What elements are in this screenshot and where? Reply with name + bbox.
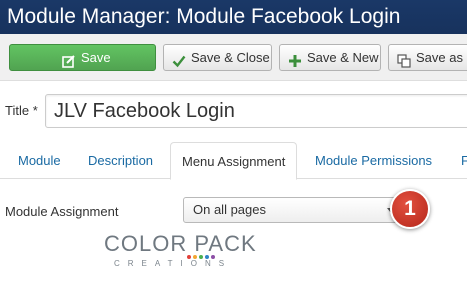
logo-dots xyxy=(187,255,215,259)
tab-bar: Module Description Menu Assignment Modul… xyxy=(0,142,467,180)
save-new-label: Save & New xyxy=(307,50,379,65)
title-field[interactable]: JLV Facebook Login xyxy=(45,94,467,128)
logo-dot xyxy=(193,255,197,259)
logo-subtext: CREATIONS xyxy=(114,259,233,268)
page-header: Module Manager: Module Facebook Login xyxy=(0,0,467,34)
tab-module-permissions[interactable]: Module Permissions xyxy=(304,142,443,179)
save-close-button[interactable]: Save & Close xyxy=(163,44,272,71)
save-close-label: Save & Close xyxy=(191,50,270,65)
logo-dot xyxy=(205,255,209,259)
save-new-button[interactable]: Save & New xyxy=(279,44,381,71)
save-as-copy-button[interactable]: Save as C xyxy=(388,44,467,71)
tab-menu-assignment[interactable]: Menu Assignment xyxy=(170,142,298,180)
save-button[interactable]: Save xyxy=(9,44,156,71)
title-label: Title * xyxy=(5,103,38,118)
title-row: Title * JLV Facebook Login xyxy=(0,94,467,130)
tab-module[interactable]: Module xyxy=(7,142,72,179)
save-label: Save xyxy=(81,50,111,65)
logo-dot xyxy=(199,255,203,259)
check-icon xyxy=(172,51,186,67)
page-title: Module Manager: Module Facebook Login xyxy=(7,5,401,28)
copy-icon xyxy=(397,51,411,68)
save-as-copy-label: Save as C xyxy=(416,50,467,65)
logo-text: COLOR PACK xyxy=(104,231,257,256)
edit-icon xyxy=(62,51,76,68)
tab-description[interactable]: Description xyxy=(77,142,164,179)
step-badge: 1 xyxy=(390,189,430,229)
toolbar: Save Save & Close Save & New Save as C xyxy=(0,34,467,81)
module-assignment-value: On all pages xyxy=(193,202,266,217)
module-assignment-select[interactable]: On all pages xyxy=(183,197,404,223)
logo-dot xyxy=(211,255,215,259)
module-assignment-label: Module Assignment xyxy=(5,204,119,219)
tab-next[interactable]: F xyxy=(450,142,467,179)
logo-dot xyxy=(187,255,191,259)
plus-icon xyxy=(288,51,302,67)
logo: COLOR PACK CREATIONS xyxy=(104,231,257,282)
